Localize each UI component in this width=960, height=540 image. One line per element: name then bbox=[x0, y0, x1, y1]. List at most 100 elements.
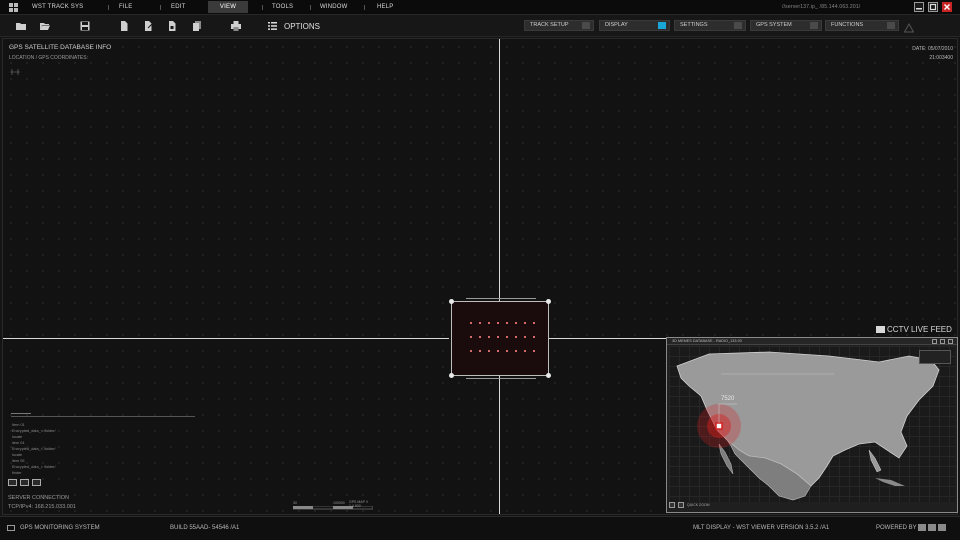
menu-view[interactable]: VIEW bbox=[208, 1, 248, 13]
settings-label: SETTINGS bbox=[680, 22, 708, 28]
display-button[interactable]: DISPLAY bbox=[599, 20, 670, 31]
divider bbox=[11, 413, 31, 414]
menu-tools[interactable]: TOOLS bbox=[264, 1, 301, 13]
close-button[interactable] bbox=[942, 2, 952, 12]
list-item[interactable]: finder bbox=[12, 470, 56, 476]
map-window[interactable]: 3D MEMES DATABASE - RADIO_133.93 7520 QU… bbox=[666, 337, 958, 513]
track-setup-label: TRACK SETUP bbox=[530, 22, 569, 28]
divider bbox=[160, 5, 161, 10]
cctv-feed-label: CCTV LIVE FEED bbox=[876, 325, 952, 334]
target-dot bbox=[515, 322, 517, 324]
monitor-icon[interactable] bbox=[20, 479, 29, 486]
close-button[interactable] bbox=[948, 339, 953, 344]
functions-button[interactable]: FUNCTIONS bbox=[825, 20, 899, 31]
functions-label: FUNCTIONS bbox=[831, 22, 864, 28]
settings-toggle[interactable] bbox=[734, 22, 742, 29]
toolbar: OPTIONS TRACK SETUP DISPLAY SETTINGS GPS… bbox=[0, 15, 960, 37]
track-setup-toggle[interactable] bbox=[582, 22, 590, 29]
date-readout: DATE: 05/07/2010 bbox=[912, 46, 953, 52]
display-label: DISPLAY bbox=[605, 22, 628, 28]
target-dot bbox=[497, 336, 499, 338]
options-button[interactable]: OPTIONS bbox=[268, 19, 320, 33]
target-dot bbox=[506, 322, 508, 324]
panel-buttons bbox=[8, 479, 41, 486]
divider bbox=[108, 5, 109, 10]
map-title-bar: 3D MEMES DATABASE - RADIO_133.93 bbox=[667, 338, 957, 345]
list-icon bbox=[268, 22, 277, 30]
map-info-box bbox=[919, 350, 951, 364]
maximize-button[interactable] bbox=[928, 2, 938, 12]
divider bbox=[364, 5, 365, 10]
print-icon[interactable] bbox=[231, 21, 241, 31]
folder-icon[interactable] bbox=[16, 21, 26, 31]
display-toggle[interactable] bbox=[658, 22, 666, 29]
track-setup-button[interactable]: TRACK SETUP bbox=[524, 20, 594, 31]
target-handle[interactable] bbox=[546, 299, 551, 304]
menu-bar: WST TRACK SYS FILE EDIT VIEW TOOLS WINDO… bbox=[0, 0, 960, 15]
target-dot bbox=[479, 322, 481, 324]
time-readout: 21:003400 bbox=[929, 55, 953, 61]
scale-right-label: 100000 bbox=[333, 501, 345, 505]
target-dot bbox=[497, 350, 499, 352]
cctv-label: CCTV LIVE FEED bbox=[887, 325, 952, 334]
logo-icon bbox=[918, 524, 926, 531]
target-dot bbox=[506, 336, 508, 338]
target-box[interactable] bbox=[449, 298, 551, 379]
gps-system-button[interactable]: GPS SYSTEM bbox=[750, 20, 822, 31]
target-dot bbox=[470, 336, 472, 338]
target-dot bbox=[479, 336, 481, 338]
target-bracket-bottom bbox=[466, 378, 536, 379]
target-dot bbox=[488, 350, 490, 352]
us-map bbox=[676, 351, 940, 501]
open-folder-icon[interactable] bbox=[40, 21, 50, 31]
crosshair-horizontal-right bbox=[549, 338, 667, 339]
target-bracket-top bbox=[466, 298, 536, 299]
zoom-in-icon[interactable] bbox=[669, 502, 675, 508]
menu-help[interactable]: HELP bbox=[369, 1, 401, 13]
quick-zoom-label: QUICK ZOOM bbox=[687, 503, 710, 507]
target-dot bbox=[506, 350, 508, 352]
warning-icon[interactable] bbox=[903, 20, 915, 33]
target-dot bbox=[488, 336, 490, 338]
connection-label: SERVER CONNECTION bbox=[8, 495, 70, 501]
document-edit-icon[interactable] bbox=[143, 21, 153, 31]
target-handle[interactable] bbox=[449, 373, 454, 378]
minimize-button[interactable] bbox=[914, 2, 924, 12]
scale-caption: GPS MAP V 1.4.900 bbox=[349, 500, 369, 508]
server-address: //server137.ip_ /85.144.063.201/ bbox=[782, 4, 861, 10]
divider bbox=[310, 5, 311, 10]
menu-edit[interactable]: EDIT bbox=[163, 1, 193, 13]
monitor-icon[interactable] bbox=[32, 479, 41, 486]
functions-toggle[interactable] bbox=[887, 22, 895, 29]
connection-info: SERVER CONNECTION TCP/IPv4: 168.215.033.… bbox=[8, 494, 76, 512]
zoom-out-icon[interactable] bbox=[678, 502, 684, 508]
documents-icon[interactable] bbox=[192, 21, 202, 31]
scale-bar: 30 100000 GPS MAP V 1.4.900 bbox=[293, 500, 373, 511]
save-icon[interactable] bbox=[80, 21, 90, 31]
options-label: OPTIONS bbox=[284, 21, 321, 31]
target-handle[interactable] bbox=[449, 299, 454, 304]
target-handle[interactable] bbox=[546, 373, 551, 378]
map-view[interactable]: 7520 bbox=[669, 346, 955, 502]
grid-logo-icon bbox=[9, 3, 18, 12]
map-footer: QUICK ZOOM bbox=[669, 500, 955, 510]
map-title: 3D MEMES DATABASE - RADIO_133.93 bbox=[672, 339, 742, 343]
gps-system-toggle[interactable] bbox=[810, 22, 818, 29]
scale-left-label: 30 bbox=[293, 501, 297, 505]
document-icon[interactable] bbox=[119, 21, 129, 31]
divider bbox=[262, 5, 263, 10]
minimize-button[interactable] bbox=[932, 339, 937, 344]
viewport-subtitle: LOCATION / GPS COORDINATES: bbox=[9, 55, 88, 61]
monitor-icon[interactable] bbox=[8, 479, 17, 486]
target-dot bbox=[533, 336, 535, 338]
settings-button[interactable]: SETTINGS bbox=[674, 20, 746, 31]
target-dot bbox=[524, 336, 526, 338]
maximize-button[interactable] bbox=[940, 339, 945, 344]
status-left: GPS MONITORING SYSTEM bbox=[20, 525, 100, 531]
menu-file[interactable]: FILE bbox=[111, 1, 140, 13]
target-dot bbox=[488, 322, 490, 324]
target-dot bbox=[497, 322, 499, 324]
target-value: 7520 bbox=[721, 396, 735, 402]
document-copy-icon[interactable] bbox=[167, 21, 177, 31]
menu-window[interactable]: WINDOW bbox=[312, 1, 356, 13]
